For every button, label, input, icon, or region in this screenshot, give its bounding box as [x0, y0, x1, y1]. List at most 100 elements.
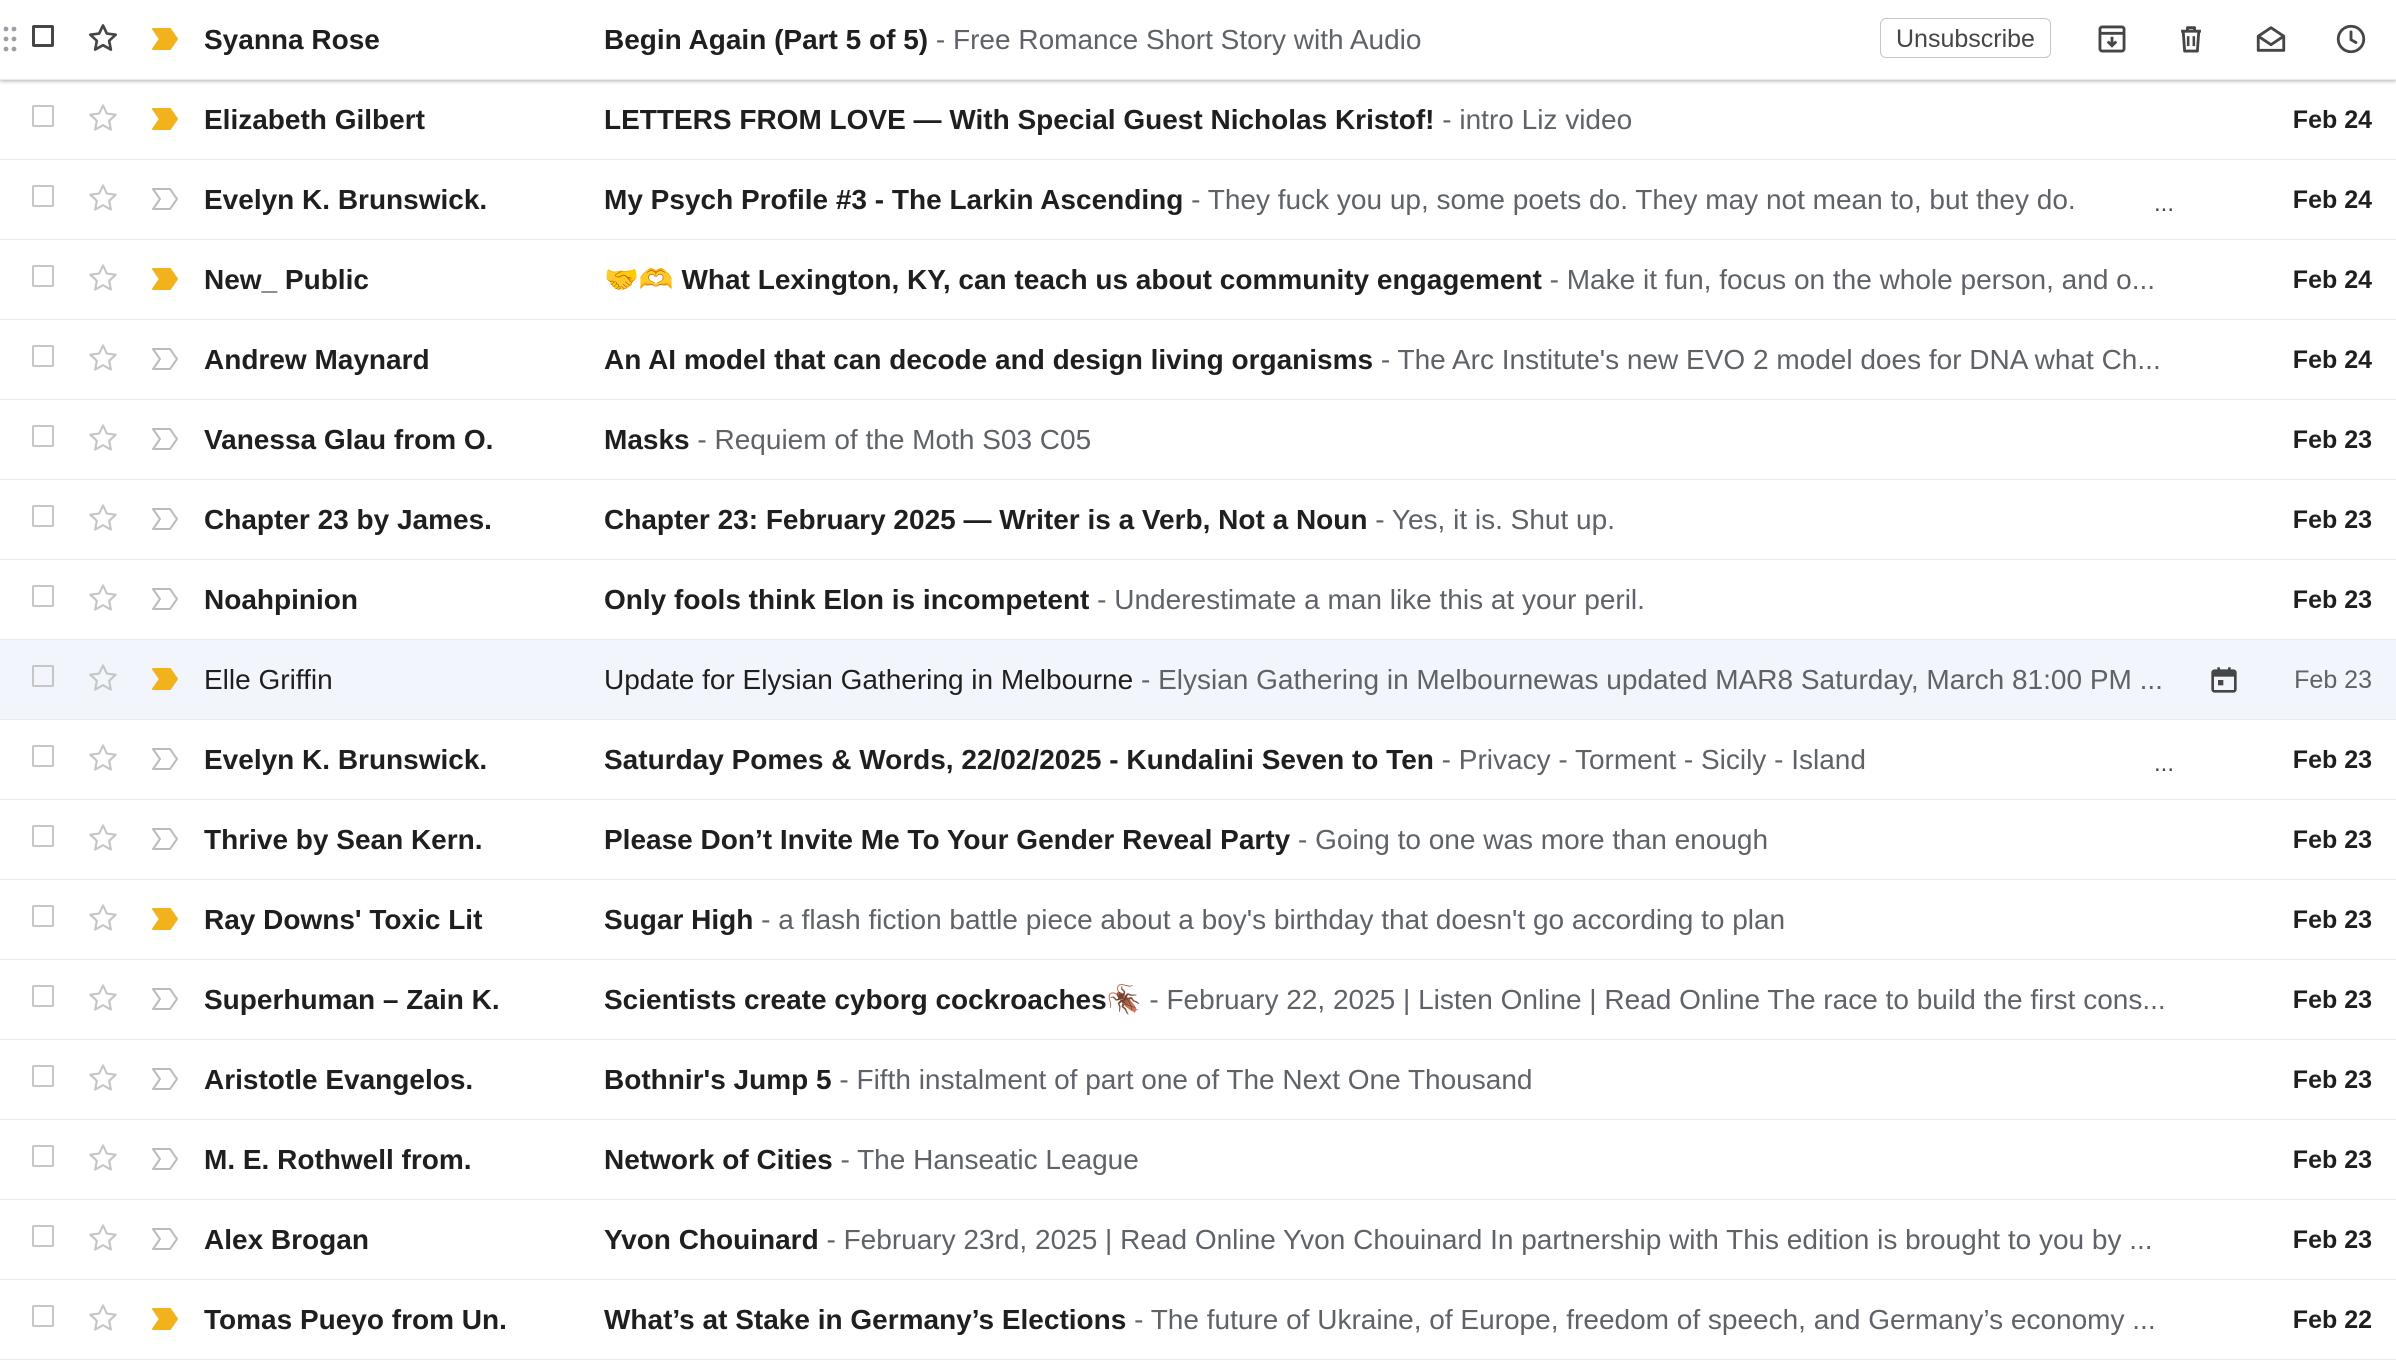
- star-icon[interactable]: [87, 342, 119, 374]
- sender-name: Aristotle Evangelos.: [204, 1064, 474, 1095]
- star-icon[interactable]: [87, 1222, 119, 1254]
- email-date: Feb 23: [2292, 906, 2372, 934]
- email-list: Syanna Rose Begin Again (Part 5 of 5) - …: [0, 0, 2396, 1360]
- star-icon[interactable]: [87, 102, 119, 134]
- email-date: Feb 23: [2292, 1226, 2372, 1254]
- archive-icon[interactable]: [2095, 22, 2129, 56]
- email-row[interactable]: Thrive by Sean Kern. Please Don’t Invite…: [0, 800, 2396, 880]
- email-date: Feb 23: [2294, 666, 2372, 694]
- email-content: An AI model that can decode and design l…: [604, 320, 2184, 400]
- delete-icon[interactable]: [2174, 22, 2208, 56]
- star-icon[interactable]: [87, 662, 119, 694]
- email-content: Bothnir's Jump 5 - Fifth instalment of p…: [604, 1040, 2184, 1120]
- select-checkbox[interactable]: [32, 1065, 54, 1087]
- star-icon[interactable]: [87, 1062, 119, 1094]
- importance-marker-icon[interactable]: [150, 1146, 180, 1172]
- email-row[interactable]: M. E. Rothwell from. Network of Cities -…: [0, 1120, 2396, 1200]
- importance-marker-icon[interactable]: [150, 1306, 180, 1332]
- select-checkbox[interactable]: [32, 985, 54, 1007]
- star-icon[interactable]: [87, 22, 119, 54]
- email-date: Feb 23: [2292, 826, 2372, 854]
- star-icon[interactable]: [87, 502, 119, 534]
- select-checkbox[interactable]: [32, 825, 54, 847]
- email-snippet: - Going to one was more than enough: [1290, 824, 1769, 855]
- email-row[interactable]: Noahpinion Only fools think Elon is inco…: [0, 560, 2396, 640]
- email-date: Feb 24: [2292, 106, 2372, 134]
- drag-handle-icon[interactable]: [2, 24, 18, 54]
- email-row[interactable]: Ray Downs' Toxic Lit Sugar High - a flas…: [0, 880, 2396, 960]
- select-checkbox[interactable]: [32, 1305, 54, 1327]
- unsubscribe-button[interactable]: Unsubscribe: [1880, 18, 2051, 58]
- select-checkbox[interactable]: [32, 1145, 54, 1167]
- email-subject: Only fools think Elon is incompetent: [604, 584, 1090, 615]
- select-checkbox[interactable]: [32, 505, 54, 527]
- select-checkbox[interactable]: [32, 745, 54, 767]
- star-icon[interactable]: [87, 1302, 119, 1334]
- email-row[interactable]: Superhuman – Zain K. Scientists create c…: [0, 960, 2396, 1040]
- star-icon[interactable]: [87, 742, 119, 774]
- email-content: Sugar High - a flash fiction battle piec…: [604, 880, 2184, 960]
- importance-marker-icon[interactable]: [150, 1226, 180, 1252]
- email-date: Feb 23: [2292, 1146, 2372, 1174]
- email-snippet: - Make it fun, focus on the whole person…: [1541, 264, 2156, 295]
- email-content: My Psych Profile #3 - The Larkin Ascendi…: [604, 160, 2184, 240]
- importance-marker-icon[interactable]: [150, 186, 180, 212]
- star-icon[interactable]: [87, 422, 119, 454]
- select-checkbox[interactable]: [32, 905, 54, 927]
- importance-marker-icon[interactable]: [150, 666, 180, 692]
- email-row[interactable]: Elizabeth Gilbert LETTERS FROM LOVE — Wi…: [0, 80, 2396, 160]
- select-checkbox[interactable]: [32, 425, 54, 447]
- email-row[interactable]: Andrew Maynard An AI model that can deco…: [0, 320, 2396, 400]
- email-row[interactable]: Evelyn K. Brunswick. Saturday Pomes & Wo…: [0, 720, 2396, 800]
- select-checkbox[interactable]: [32, 585, 54, 607]
- importance-marker-icon[interactable]: [150, 826, 180, 852]
- email-row[interactable]: Tomas Pueyo from Un. What’s at Stake in …: [0, 1280, 2396, 1360]
- email-subject: LETTERS FROM LOVE — With Special Guest N…: [604, 104, 1435, 135]
- star-icon[interactable]: [87, 582, 119, 614]
- importance-marker-icon[interactable]: [150, 26, 180, 52]
- importance-marker-icon[interactable]: [150, 106, 180, 132]
- star-icon[interactable]: [87, 182, 119, 214]
- email-row[interactable]: Evelyn K. Brunswick. My Psych Profile #3…: [0, 160, 2396, 240]
- sender-name: Ray Downs' Toxic Lit: [204, 904, 483, 935]
- select-checkbox[interactable]: [32, 185, 54, 207]
- star-icon[interactable]: [87, 982, 119, 1014]
- importance-marker-icon[interactable]: [150, 1066, 180, 1092]
- select-checkbox[interactable]: [32, 25, 54, 47]
- email-row[interactable]: New_ Public 🤝🫶 What Lexington, KY, can t…: [0, 240, 2396, 320]
- select-checkbox[interactable]: [32, 105, 54, 127]
- email-row[interactable]: Chapter 23 by James. Chapter 23: Februar…: [0, 480, 2396, 560]
- email-date: Feb 24: [2292, 186, 2372, 214]
- email-row[interactable]: Aristotle Evangelos. Bothnir's Jump 5 - …: [0, 1040, 2396, 1120]
- calendar-event-icon[interactable]: [2208, 664, 2240, 696]
- star-icon[interactable]: [87, 902, 119, 934]
- sender-name: Elle Griffin: [204, 664, 333, 695]
- email-subject: Masks: [604, 424, 690, 455]
- importance-marker-icon[interactable]: [150, 266, 180, 292]
- email-row[interactable]: Elle Griffin Update for Elysian Gatherin…: [0, 640, 2396, 720]
- importance-marker-icon[interactable]: [150, 746, 180, 772]
- star-icon[interactable]: [87, 262, 119, 294]
- email-snippet: - The Hanseatic League: [832, 1144, 1139, 1175]
- mark-as-read-icon[interactable]: [2254, 22, 2288, 56]
- importance-marker-icon[interactable]: [150, 586, 180, 612]
- star-icon[interactable]: [87, 1142, 119, 1174]
- importance-marker-icon[interactable]: [150, 346, 180, 372]
- email-subject: What’s at Stake in Germany’s Elections: [604, 1304, 1127, 1335]
- select-checkbox[interactable]: [32, 1225, 54, 1247]
- importance-marker-icon[interactable]: [150, 506, 180, 532]
- email-row[interactable]: Vanessa Glau from O. Masks - Requiem of …: [0, 400, 2396, 480]
- select-checkbox[interactable]: [32, 345, 54, 367]
- select-checkbox[interactable]: [32, 265, 54, 287]
- select-checkbox[interactable]: [32, 665, 54, 687]
- importance-marker-icon[interactable]: [150, 426, 180, 452]
- snooze-icon[interactable]: [2334, 22, 2368, 56]
- star-icon[interactable]: [87, 822, 119, 854]
- email-date: Feb 23: [2292, 586, 2372, 614]
- email-row[interactable]: Alex Brogan Yvon Chouinard - February 23…: [0, 1200, 2396, 1280]
- email-row[interactable]: Syanna Rose Begin Again (Part 5 of 5) - …: [0, 0, 2396, 80]
- sender-name: Vanessa Glau from O.: [204, 424, 494, 455]
- email-content: Network of Cities - The Hanseatic League: [604, 1120, 2184, 1200]
- importance-marker-icon[interactable]: [150, 986, 180, 1012]
- importance-marker-icon[interactable]: [150, 906, 180, 932]
